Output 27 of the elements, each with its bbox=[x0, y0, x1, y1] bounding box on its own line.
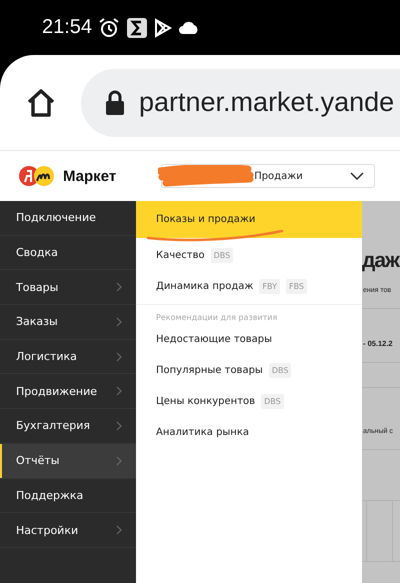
badge: DBS bbox=[210, 248, 234, 263]
logo-text: Маркет bbox=[63, 168, 116, 184]
play-icon bbox=[154, 18, 172, 38]
menu-item[interactable]: Недостающие товары bbox=[136, 324, 362, 355]
sigma-icon bbox=[126, 16, 148, 38]
chevron-down-icon bbox=[350, 172, 364, 180]
menu-item[interactable]: Популярные товары DBS bbox=[136, 355, 362, 386]
cloud-icon bbox=[178, 20, 200, 34]
menu-item[interactable]: Аналитика рынка bbox=[136, 417, 362, 448]
logo-icon bbox=[19, 165, 55, 187]
badge: DBS bbox=[268, 363, 292, 378]
menu-item[interactable]: Показы и продажи bbox=[136, 201, 362, 238]
page-heading: даж bbox=[362, 249, 399, 273]
home-icon[interactable] bbox=[25, 86, 57, 118]
alarm-clock-icon bbox=[98, 16, 120, 38]
section-dropdown[interactable]: Продажи bbox=[161, 164, 376, 188]
badge: FBS bbox=[286, 279, 307, 294]
badge: FBY bbox=[259, 279, 280, 294]
sidebar-item[interactable]: Отчёты bbox=[0, 444, 136, 478]
status-time: 21:54 bbox=[42, 16, 92, 39]
address-bar[interactable]: partner.market.yande bbox=[81, 68, 400, 136]
lock-icon bbox=[105, 90, 125, 116]
menu-item[interactable]: Цены конкурентов DBS bbox=[136, 386, 362, 417]
section-label: Рекомендации для развития bbox=[136, 304, 362, 324]
menu-item[interactable]: Динамика продаж FBY FBS bbox=[136, 271, 362, 302]
menu-item[interactable]: Качество DBS bbox=[136, 240, 362, 271]
badge: DBS bbox=[261, 394, 284, 409]
